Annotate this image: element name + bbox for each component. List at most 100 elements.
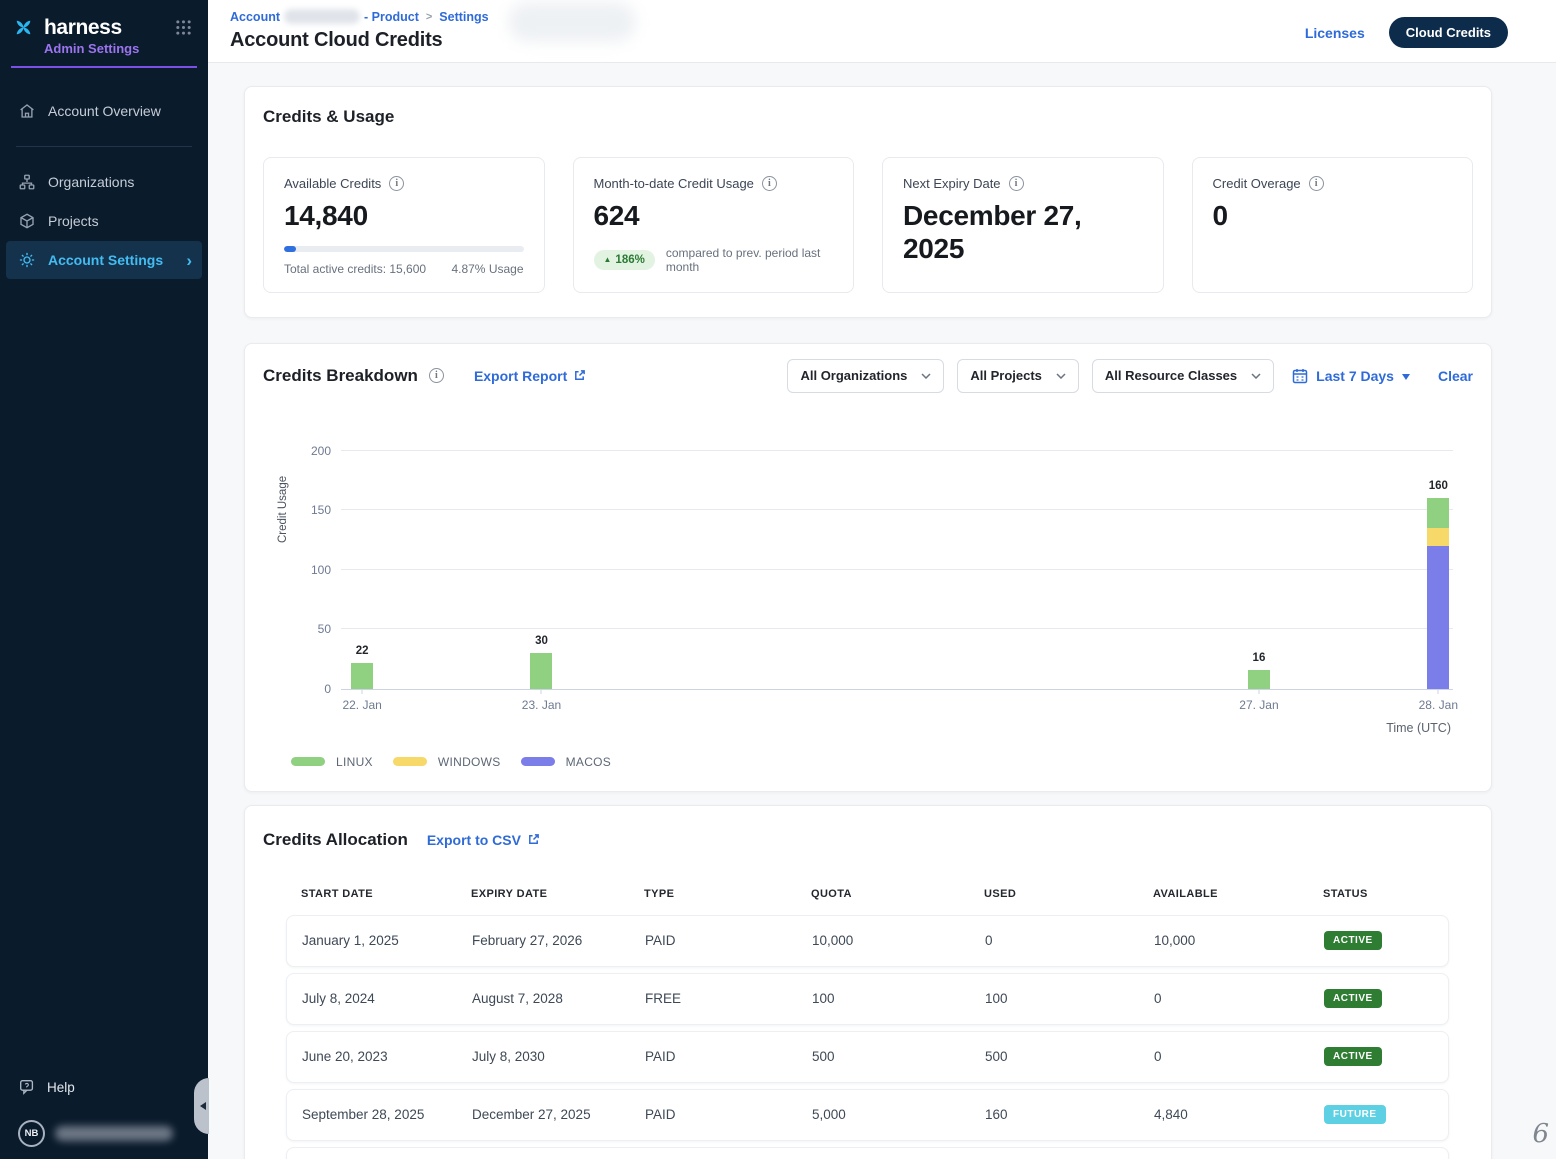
legend-item-windows[interactable]: WINDOWS: [393, 755, 501, 769]
stat-cards-row: Available Credits 14,840 Total active cr…: [263, 157, 1473, 293]
credits-breakdown-panel: Credits Breakdown Export Report All Orga…: [244, 343, 1492, 792]
select-all-projects[interactable]: All Projects: [957, 359, 1079, 393]
next-expiry-value: December 27, 2025: [903, 200, 1108, 266]
gridline: [341, 569, 1453, 570]
breadcrumb-account-link[interactable]: Account - Product: [230, 9, 419, 24]
sidebar-item-organizations[interactable]: Organizations: [0, 163, 208, 201]
sidebar: harness Admin Settings Account Overview O…: [0, 0, 208, 1159]
x-tick-mark: [362, 689, 363, 694]
cell-quota: 100: [812, 991, 985, 1006]
purple-divider: [11, 66, 197, 68]
bar-segment-windows: [1427, 528, 1449, 546]
info-icon[interactable]: [1009, 176, 1024, 191]
collapse-arrow-icon: [196, 1102, 206, 1110]
export-csv-link[interactable]: Export to CSV: [427, 832, 540, 848]
legend-item-linux[interactable]: LINUX: [291, 755, 373, 769]
available-credits-value: 14,840: [284, 200, 524, 233]
home-icon: [18, 102, 36, 120]
bar-segment-linux: [1427, 498, 1449, 528]
apps-grid-icon[interactable]: [175, 19, 192, 36]
cell-start: July 8, 2024: [302, 991, 472, 1006]
column-header-quota: QUOTA: [811, 888, 984, 900]
cell-start: September 28, 2025: [302, 1107, 472, 1122]
info-icon[interactable]: [762, 176, 777, 191]
harness-logo-icon: [11, 15, 36, 40]
sidebar-item-projects[interactable]: Projects: [0, 202, 208, 240]
column-header-start-date: START DATE: [301, 888, 471, 900]
brand-row: harness: [0, 0, 208, 40]
help-button[interactable]: Help: [0, 1068, 208, 1106]
cell-used: 100: [985, 991, 1154, 1006]
bar-23-jan[interactable]: [530, 451, 552, 689]
status-badge: ACTIVE: [1324, 931, 1382, 950]
help-label: Help: [47, 1080, 75, 1095]
bar-segment-linux: [530, 653, 552, 689]
allocation-table-body: January 1, 2025February 27, 2026PAID10,0…: [286, 915, 1449, 1141]
sidebar-nav: Account Overview OrganizationsProjectsAcc…: [0, 92, 208, 279]
cell-expiry: February 27, 2026: [472, 933, 645, 948]
cell-available: 0: [1154, 991, 1324, 1006]
export-report-link[interactable]: Export Report: [474, 368, 586, 384]
info-icon[interactable]: [429, 368, 444, 383]
table-row: January 1, 2025February 27, 2026PAID10,0…: [286, 915, 1449, 967]
delta-note: compared to prev. period last month: [666, 246, 833, 274]
table-row: July 8, 2024August 7, 2028FREE1001000ACT…: [286, 973, 1449, 1025]
avatar[interactable]: NB: [18, 1120, 45, 1147]
credits-breakdown-chart: Credit Usage 0501001502002222. Jan3023. …: [341, 451, 1453, 735]
column-header-type: TYPE: [644, 888, 811, 900]
cell-start: January 1, 2025: [302, 933, 472, 948]
usage-percent: 4.87% Usage: [451, 262, 523, 276]
date-range-label: Last 7 Days: [1316, 368, 1394, 384]
breadcrumb-redaction: [284, 9, 360, 24]
sidebar-item-account-overview[interactable]: Account Overview: [0, 92, 208, 130]
mtd-usage-label: Month-to-date Credit Usage: [594, 176, 754, 191]
cell-start: June 20, 2023: [302, 1049, 472, 1064]
content: Credits & Usage Available Credits 14,840…: [208, 63, 1556, 1159]
sidebar-item-account-settings[interactable]: Account Settings›: [6, 241, 202, 279]
cloud-credits-button[interactable]: Cloud Credits: [1389, 17, 1508, 48]
topbar: Account - Product > Settings Account Clo…: [208, 0, 1556, 63]
chart-legend: LINUX WINDOWS MACOS: [291, 755, 1473, 769]
user-row[interactable]: NB: [0, 1106, 208, 1155]
gridline: [341, 509, 1453, 510]
y-tick-label: 50: [295, 622, 331, 636]
clear-filters-link[interactable]: Clear: [1438, 368, 1473, 384]
credit-overage-card: Credit Overage 0: [1192, 157, 1474, 293]
admin-settings-label: Admin Settings: [44, 41, 208, 56]
page: harness Admin Settings Account Overview O…: [0, 0, 1556, 1159]
sidebar-divider: [16, 146, 192, 147]
topbar-actions: Licenses Cloud Credits: [1305, 17, 1508, 48]
cell-used: 160: [985, 1107, 1154, 1122]
calendar-icon: [1292, 368, 1308, 384]
cube-icon: [18, 212, 36, 230]
select-all-resource-classes[interactable]: All Resource Classes: [1092, 359, 1274, 393]
date-range-filter[interactable]: Last 7 Days: [1292, 368, 1410, 384]
x-tick-label: 28. Jan: [1419, 698, 1458, 712]
info-icon[interactable]: [1309, 176, 1324, 191]
bar-value-label: 30: [535, 635, 548, 647]
info-icon[interactable]: [389, 176, 404, 191]
mtd-usage-card: Month-to-date Credit Usage 624 ▲ 186% co…: [573, 157, 855, 293]
cell-quota: 10,000: [812, 933, 985, 948]
cell-quota: 500: [812, 1049, 985, 1064]
external-link-icon: [573, 369, 586, 382]
bar-value-label: 160: [1429, 480, 1448, 492]
chevron-down-icon: [921, 373, 931, 379]
table-row: June 20, 2023July 8, 2030PAID5005000ACTI…: [286, 1031, 1449, 1083]
arrow-up-icon: ▲: [604, 256, 612, 264]
next-expiry-card: Next Expiry Date December 27, 2025: [882, 157, 1164, 293]
sidebar-collapse-handle[interactable]: [194, 1078, 209, 1134]
org-icon: [18, 173, 36, 191]
cell-used: 0: [985, 933, 1154, 948]
column-header-used: USED: [984, 888, 1153, 900]
total-active-credits: Total active credits: 15,600: [284, 262, 426, 276]
breadcrumb-settings-link[interactable]: Settings: [439, 10, 488, 24]
redacted-username: [55, 1126, 173, 1141]
cell-quota: 5,000: [812, 1107, 985, 1122]
legend-item-macos[interactable]: MACOS: [521, 755, 612, 769]
status-badge: ACTIVE: [1324, 989, 1382, 1008]
licenses-link[interactable]: Licenses: [1305, 25, 1365, 41]
credit-overage-label: Credit Overage: [1213, 176, 1301, 191]
status-badge: FUTURE: [1324, 1105, 1386, 1124]
select-all-organizations[interactable]: All Organizations: [787, 359, 944, 393]
